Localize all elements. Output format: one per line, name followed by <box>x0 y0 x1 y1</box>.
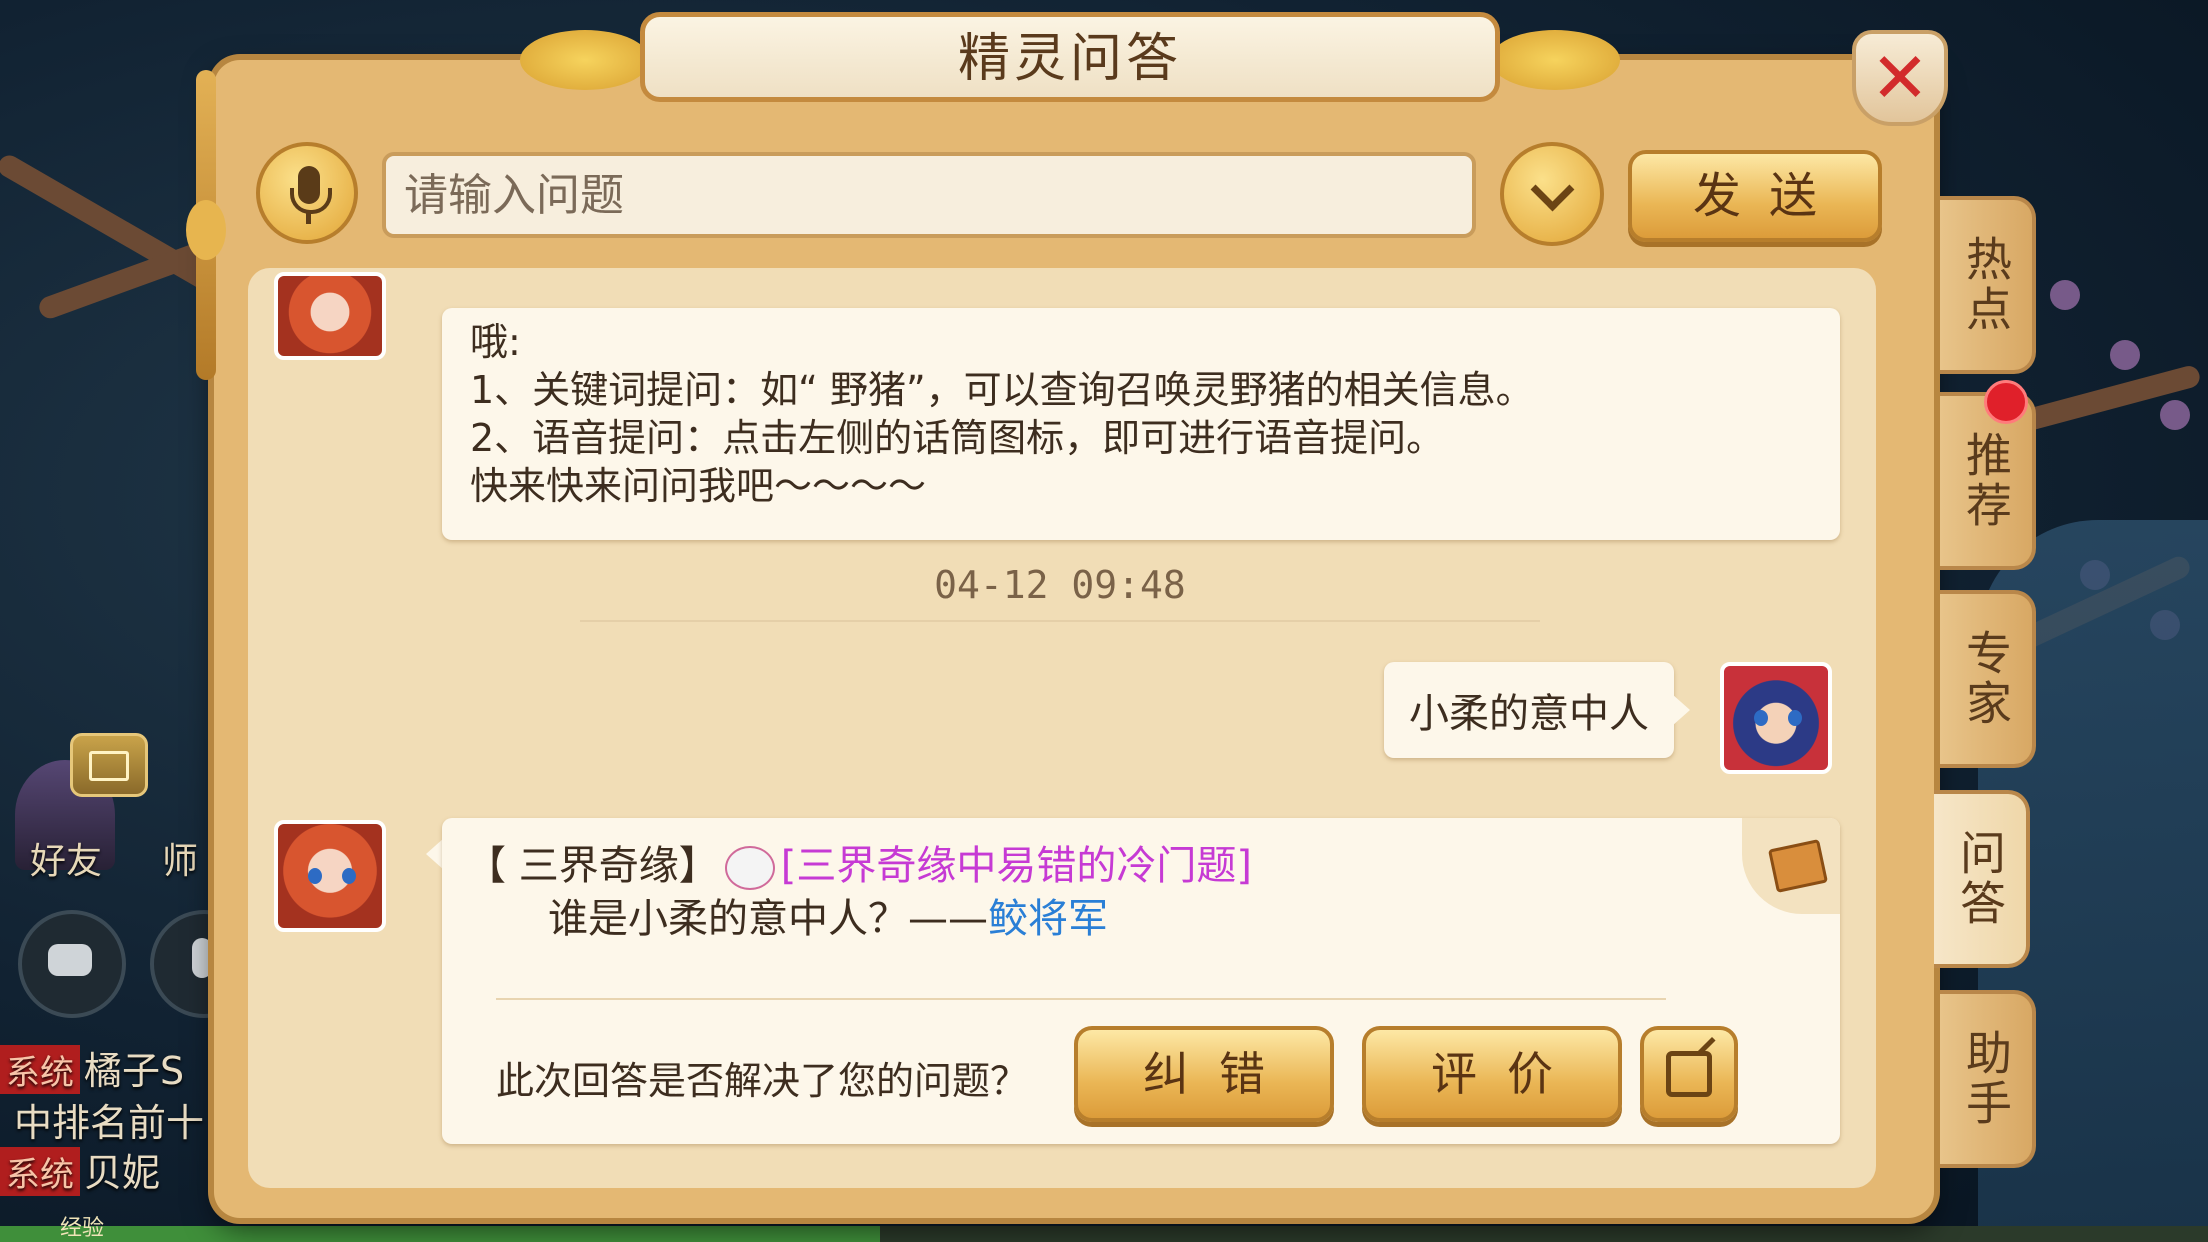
tab-hot[interactable]: 热点 <box>1940 196 2036 374</box>
user-avatar <box>1720 662 1832 774</box>
dialog-title: 精灵问答 <box>957 29 1182 89</box>
mic-icon <box>192 938 212 978</box>
answer-body: 谁是小柔的意中人？——鲛将军 <box>548 895 1108 943</box>
chevron-down-icon <box>1530 167 1574 211</box>
message-timestamp: 04-12 09:48 <box>934 563 1186 607</box>
chat-line: 中排名前十 <box>14 1092 204 1147</box>
master-label[interactable]: 师 <box>162 832 198 884</box>
friends-label[interactable]: 好友 <box>30 832 102 884</box>
chat-text: 橘子S <box>84 1049 185 1093</box>
chat-text: 中排名前十 <box>14 1101 205 1145</box>
intro-line: 1、关键词提问：如“ 野猪”，可以查询召唤灵野猪的相关信息。 <box>470 368 1534 412</box>
chat-line: 系统 橘子S <box>0 1040 184 1095</box>
chat-line: 系统 贝妮 <box>0 1142 160 1197</box>
question-input[interactable] <box>382 152 1476 238</box>
answer-heading: 【 三界奇缘】 [三界奇缘中易错的冷门题] <box>466 842 1252 890</box>
avatar-eye <box>1788 710 1802 726</box>
notification-dot <box>1984 380 2028 424</box>
mail-icon <box>89 751 129 781</box>
tab-qa[interactable]: 问答 <box>1934 790 2030 968</box>
history-dropdown-button[interactable] <box>1500 142 1604 246</box>
microphone-icon-stand <box>306 212 311 224</box>
blossom <box>2050 280 2080 310</box>
intro-line: 哦: <box>470 320 521 364</box>
cat-icon <box>724 846 775 890</box>
timestamp-divider <box>580 620 1540 622</box>
xp-label: 经验 <box>60 1216 105 1241</box>
user-message-text: 小柔的意中人 <box>1409 691 1649 737</box>
user-bubble-tail <box>1672 694 1690 726</box>
xp-bar-fill <box>0 1226 880 1242</box>
mail-button[interactable] <box>70 733 148 797</box>
answer-category-tag: 【 三界奇缘】 <box>466 843 719 889</box>
intro-message-bubble: 哦: 1、关键词提问：如“ 野猪”，可以查询召唤灵野猪的相关信息。 2、语音提问… <box>442 308 1840 540</box>
book-icon <box>1767 839 1829 893</box>
correct-error-button[interactable]: 纠错 <box>1074 1026 1334 1122</box>
user-message-bubble: 小柔的意中人 <box>1384 662 1674 758</box>
tassel-knob <box>186 200 226 260</box>
send-button[interactable]: 发送 <box>1628 150 1882 242</box>
close-button[interactable]: ✕ <box>1852 30 1948 126</box>
share-icon <box>1666 1036 1716 1097</box>
intro-line: 快来快来问问我吧～～～～ <box>470 464 927 508</box>
microphone-icon-cup <box>290 188 332 214</box>
avatar-eye <box>1754 710 1768 726</box>
close-icon: ✕ <box>1870 37 1930 119</box>
avatar-eye <box>342 868 356 884</box>
intro-line: 2、语音提问：点击左侧的话筒图标，即可进行语音提问。 <box>470 416 1445 460</box>
spirit-avatar <box>274 272 386 360</box>
chat-icon <box>48 944 92 976</box>
blossom <box>2160 400 2190 430</box>
system-tag: 系统 <box>0 1147 80 1196</box>
voice-input-button[interactable] <box>256 142 358 244</box>
chat-bubble-button[interactable] <box>18 910 126 1018</box>
system-tag: 系统 <box>0 1045 80 1094</box>
chat-text: 贝妮 <box>84 1151 161 1195</box>
share-icon-arrow <box>1696 1036 1716 1057</box>
blossom <box>2110 340 2140 370</box>
tab-assistant[interactable]: 助手 <box>1940 990 2036 1168</box>
spirit-avatar <box>274 820 386 932</box>
tab-expert[interactable]: 专家 <box>1940 590 2036 768</box>
tab-recommend[interactable]: 推荐 <box>1940 392 2036 570</box>
share-button[interactable] <box>1640 1026 1738 1122</box>
avatar-eye <box>308 868 322 884</box>
feedback-question: 此次回答是否解决了您的问题？ <box>496 1059 1029 1103</box>
title-ornament-right <box>1490 30 1620 90</box>
answer-link[interactable]: 鲛将军 <box>988 896 1108 942</box>
answer-topic-link[interactable]: [三界奇缘中易错的冷门题] <box>781 843 1252 889</box>
title-ornament-left <box>520 30 650 90</box>
rate-button[interactable]: 评价 <box>1362 1026 1622 1122</box>
answer-divider <box>496 998 1666 1000</box>
answer-question-text: 谁是小柔的意中人？—— <box>548 896 988 942</box>
